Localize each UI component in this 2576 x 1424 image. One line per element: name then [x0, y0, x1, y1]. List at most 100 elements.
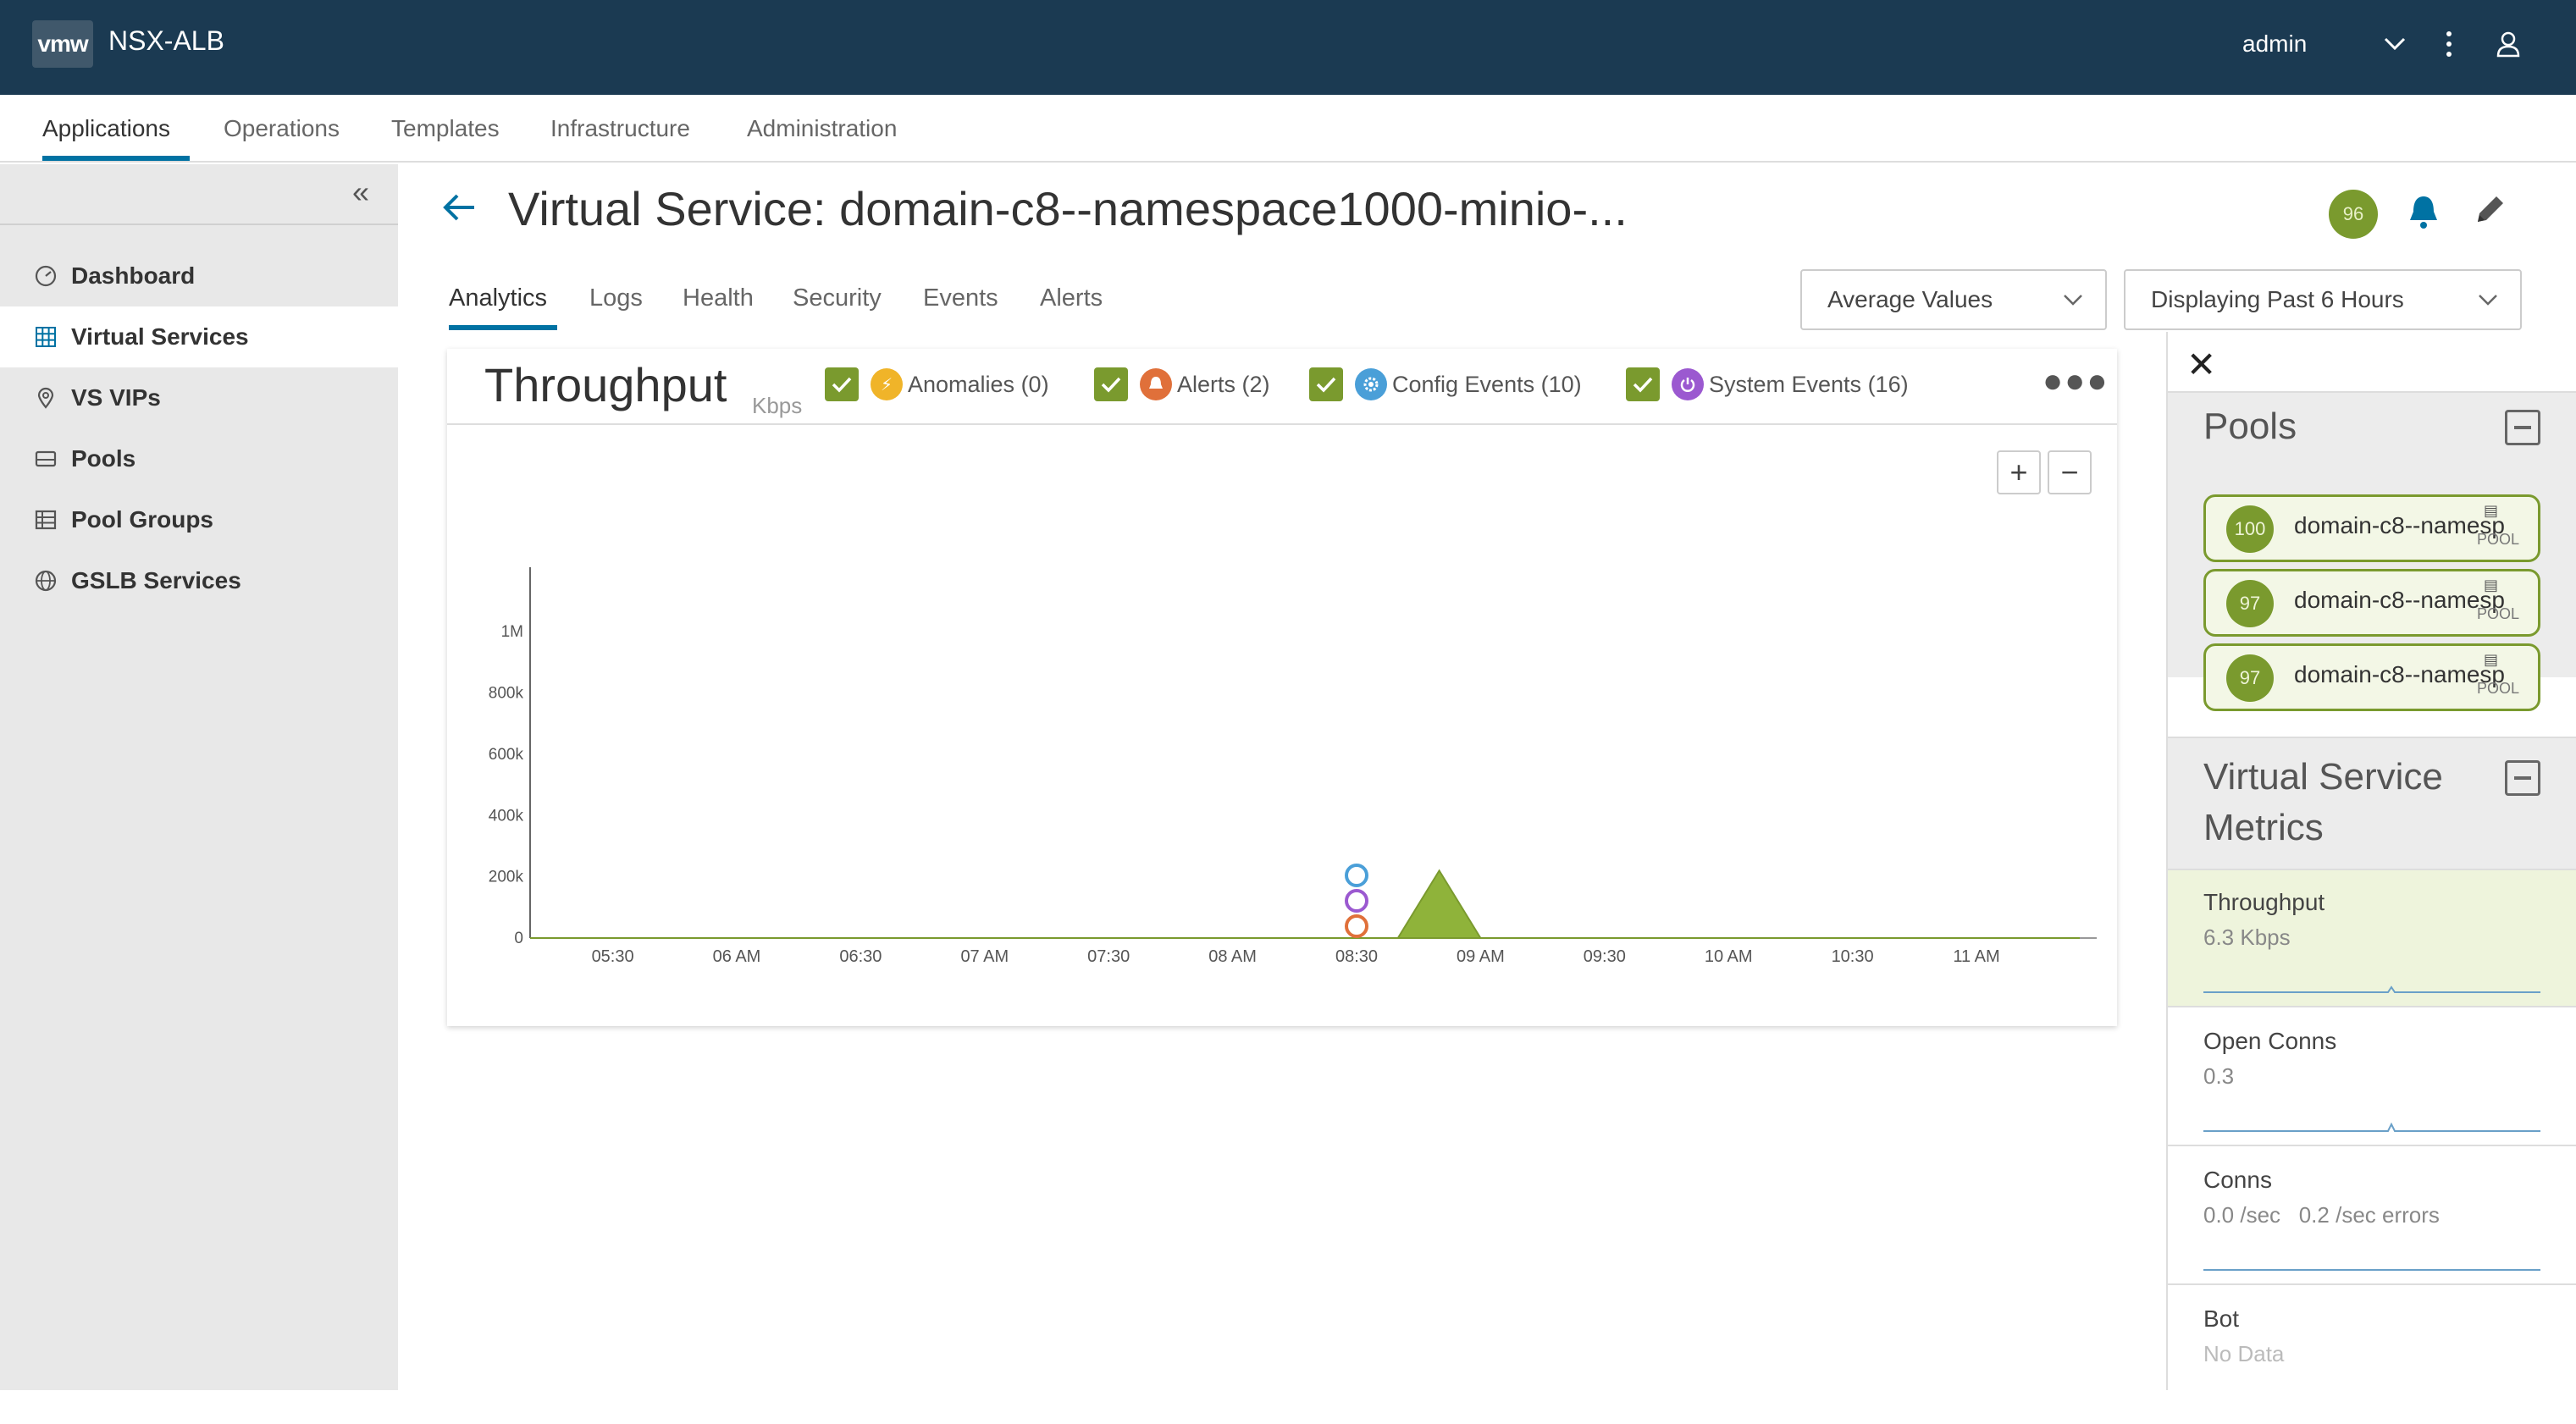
pool-item[interactable]: 97 domain-c8--namespace1000-minio ▤ POOL [2203, 569, 2540, 637]
pool-item[interactable]: 97 domain-c8--namespace1000-minio ▤ POOL [2203, 643, 2540, 711]
nav-active-indicator [42, 156, 190, 161]
legend-alerts[interactable]: Alerts (2) [1094, 366, 1270, 403]
pool-tag: POOL [2477, 531, 2520, 548]
metric-bot[interactable]: Bot No Data [2168, 1287, 2576, 1424]
power-icon [1672, 368, 1704, 400]
y-tick-label: 800k [489, 685, 524, 703]
checkbox-checked-icon[interactable] [1309, 367, 1343, 401]
collapse-metrics-button[interactable] [2505, 760, 2540, 796]
nav-templates[interactable]: Templates [391, 115, 500, 142]
health-score-badge[interactable]: 96 [2329, 190, 2378, 239]
server-icon: ▤ [2484, 651, 2499, 668]
sidebar-item-vs-vips[interactable]: VS VIPs [0, 367, 398, 428]
pools-section-title: Pools [2203, 406, 2297, 447]
metric-throughput[interactable]: Throughput 6.3 Kbps [2168, 870, 2576, 1007]
nav-applications[interactable]: Applications [42, 115, 170, 142]
throughput-area [530, 869, 2080, 939]
tab-security[interactable]: Security [793, 284, 882, 312]
gear-icon [1355, 368, 1387, 400]
tab-alerts[interactable]: Alerts [1040, 284, 1103, 312]
nav-administration[interactable]: Administration [747, 115, 897, 142]
x-tick-label: 05:30 [592, 947, 634, 966]
bell-icon[interactable] [2407, 193, 2441, 235]
map-pin-icon [34, 386, 58, 410]
x-tick-label: 09:30 [1584, 947, 1626, 966]
throughput-chart-card: Throughput Kbps ⚡ Anomalies (0) Alerts (… [447, 349, 2117, 1026]
sidebar-item-label: VS VIPs [71, 384, 161, 411]
checkbox-checked-icon[interactable] [825, 367, 859, 401]
x-tick-label: 08:30 [1335, 947, 1378, 966]
metrics-section-title: Virtual Service Metrics [2203, 756, 2443, 848]
x-tick-label: 10 AM [1705, 947, 1753, 966]
x-tick-label: 09 AM [1457, 947, 1505, 966]
pool-item[interactable]: 100 domain-c8--namespace1000-minio ▤ POO… [2203, 494, 2540, 562]
metric-sparkline [2203, 1269, 2540, 1271]
tab-logs[interactable]: Logs [589, 284, 643, 312]
bell-event-icon [1140, 368, 1172, 400]
pencil-edit-icon[interactable] [2473, 193, 2507, 231]
event-marker [1345, 914, 1368, 938]
metric-sparkline [2203, 1122, 2540, 1132]
server-icon: ▤ [2484, 577, 2499, 593]
back-arrow-icon[interactable] [440, 188, 478, 235]
metric-conns[interactable]: Conns 0.0 /sec 0.2 /sec errors [2168, 1148, 2576, 1285]
chevron-down-icon [2061, 288, 2085, 317]
chart-title: Throughput [484, 358, 727, 411]
legend-anomalies[interactable]: ⚡ Anomalies (0) [825, 366, 1049, 403]
metric-name: Bot [2203, 1305, 2240, 1332]
legend-system-events[interactable]: System Events (16) [1626, 366, 1909, 403]
checkbox-checked-icon[interactable] [1094, 367, 1128, 401]
close-icon[interactable]: ✕ [2186, 344, 2216, 385]
sidebar-item-pools[interactable]: Pools [0, 428, 398, 489]
top-header: vmw NSX-ALB admin [0, 0, 2576, 95]
app-title: NSX-ALB [108, 25, 224, 56]
user-icon[interactable] [2490, 25, 2527, 63]
tab-events[interactable]: Events [923, 284, 998, 312]
metric-name: Open Conns [2203, 1028, 2337, 1054]
metrics-section-header: Virtual Service Metrics [2168, 737, 2576, 870]
legend-label: System Events (16) [1709, 371, 1909, 397]
pools-section-header: Pools [2168, 391, 2576, 462]
metric-sparkline [2203, 985, 2540, 993]
nav-infrastructure[interactable]: Infrastructure [550, 115, 690, 142]
more-options-icon[interactable]: ●●● [2043, 362, 2109, 400]
chevron-down-icon[interactable] [2376, 25, 2413, 63]
sidebar-item-label: Virtual Services [71, 323, 249, 350]
x-tick-label: 11 AM [1953, 947, 1999, 966]
sidebar-item-virtual-services[interactable]: Virtual Services [0, 306, 398, 367]
pool-name: domain-c8--namespace1000-minio [2294, 587, 2506, 613]
x-tick-label: 06:30 [839, 947, 882, 966]
metric-open-conns[interactable]: Open Conns 0.3 [2168, 1009, 2576, 1146]
sidebar-item-gslb-services[interactable]: GSLB Services [0, 550, 398, 611]
more-vertical-icon[interactable] [2430, 25, 2468, 63]
values-dropdown[interactable]: Average Values [1800, 269, 2107, 330]
legend-config-events[interactable]: Config Events (10) [1309, 366, 1582, 403]
metric-value: 0.0 /sec 0.2 /sec errors [2203, 1202, 2440, 1228]
x-tick-label: 06 AM [713, 947, 761, 966]
event-marker [1345, 864, 1368, 887]
dashboard-icon [34, 264, 58, 288]
pool-tag: POOL [2477, 680, 2520, 697]
tab-health[interactable]: Health [683, 284, 754, 312]
metric-value: 0.3 [2203, 1063, 2235, 1089]
collapse-pools-button[interactable] [2505, 410, 2540, 445]
sidebar-item-pool-groups[interactable]: Pool Groups [0, 489, 398, 550]
y-tick-label: 400k [489, 807, 524, 825]
y-tick-label: 600k [489, 746, 524, 764]
user-name[interactable]: admin [2242, 30, 2307, 58]
x-tick-label: 08 AM [1208, 947, 1257, 966]
tab-analytics[interactable]: Analytics [449, 284, 547, 312]
sidebar-item-label: Pools [71, 445, 136, 472]
legend-label: Config Events (10) [1392, 371, 1582, 397]
vmware-logo: vmw [32, 20, 93, 68]
checkbox-checked-icon[interactable] [1626, 367, 1660, 401]
storage-icon [34, 447, 58, 471]
collapse-sidebar-icon[interactable]: « [352, 174, 369, 210]
time-range-dropdown[interactable]: Displaying Past 6 Hours [2124, 269, 2522, 330]
sidebar-item-dashboard[interactable]: Dashboard [0, 246, 398, 306]
page-title: Virtual Service: domain-c8--namespace100… [508, 182, 1628, 235]
metric-name: Throughput [2203, 889, 2325, 915]
nav-operations[interactable]: Operations [224, 115, 340, 142]
lightning-icon: ⚡ [871, 368, 903, 400]
pool-name: domain-c8--namespace1000-minio [2294, 512, 2506, 538]
